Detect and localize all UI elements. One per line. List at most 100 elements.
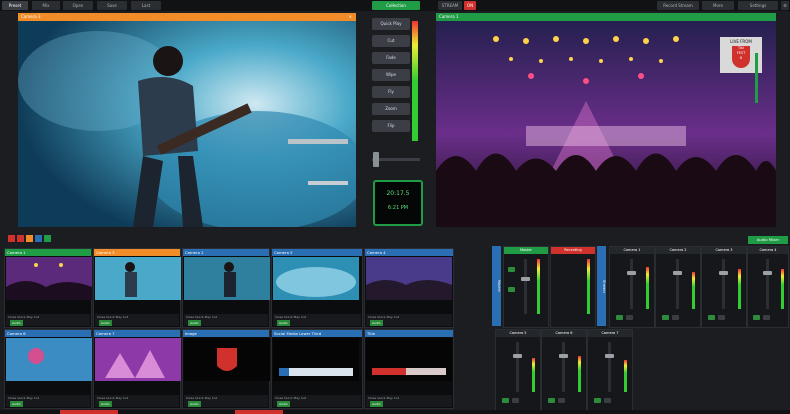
solo-button[interactable] [604,398,611,403]
program-header: Camera 1 [436,13,776,21]
quick-play-button[interactable]: Quick Play [372,18,410,30]
source-controls[interactable]: Close Quick Play Cut Audio [184,314,268,326]
more-button[interactable]: More [702,1,734,10]
source-controls[interactable]: Close Quick Play Cut Audio [366,395,452,407]
channel-fader-knob[interactable] [673,271,682,275]
solo-button[interactable] [672,315,679,320]
zoom-button[interactable]: Zoom [372,103,410,115]
channel-fader-track[interactable] [608,342,611,392]
channel-fader-track[interactable] [516,342,519,392]
toolbar-tab-mix[interactable]: Mix [32,1,60,10]
wipe-button[interactable]: Wipe [372,69,410,81]
source-ctrl-label: Close Quick Play Cut [97,396,128,400]
solo-button[interactable] [763,315,770,320]
channel-fader-knob[interactable] [559,354,568,358]
source-controls[interactable]: Close Quick Play Cut Audio [273,314,361,326]
gear-icon[interactable]: ⚙ [781,1,789,10]
mute-button[interactable] [502,398,509,403]
solo-button[interactable] [718,315,725,320]
audio-badge[interactable]: Audio [188,401,201,407]
source-cell-camera-6[interactable]: Camera 6 Close Quick Play Cut Audio [4,329,92,409]
settings-button[interactable]: Settings [738,1,778,10]
source-controls[interactable]: Close Quick Play Cut Audio [273,395,361,407]
toolbar-tab-save[interactable]: Save [97,1,127,10]
channel-meter [692,272,695,309]
stream-indicator[interactable] [235,410,283,414]
channel-fader-track[interactable] [766,259,769,309]
solo-button[interactable] [558,398,565,403]
source-cell-social-media-lower-third[interactable]: Social Media Lower Third Close Quick Pla… [271,329,363,409]
source-controls[interactable]: Close Quick Play Cut Audio [6,395,90,407]
mute-button[interactable] [594,398,601,403]
color-swatch-red[interactable] [8,235,15,242]
channel-fader-track[interactable] [676,259,679,309]
channel-fader-knob[interactable] [719,271,728,275]
audio-badge[interactable]: Audio [188,320,201,326]
recording-meter [587,259,590,314]
toolbar-tab-last[interactable]: Last [131,1,161,10]
solo-button[interactable] [508,287,515,292]
source-title: Title [365,330,453,337]
channel-fader-knob[interactable] [627,271,636,275]
source-ctrl-label: Close Quick Play Cut [275,396,306,400]
audio-badge[interactable]: Audio [277,320,290,326]
solo-button[interactable] [512,398,519,403]
source-controls[interactable]: Close Quick Play Cut Audio [95,395,179,407]
source-cell-camera-1[interactable]: Camera 1 Close Quick Play Cut Audio [4,248,92,328]
toolbar-tab-open[interactable]: Open [63,1,93,10]
master-fader-knob[interactable] [521,277,530,281]
source-controls[interactable]: Close Quick Play Cut Audio [366,314,452,326]
audio-badge[interactable]: Audio [99,320,112,326]
source-cell-camera-4[interactable]: Camera 4 Close Quick Play Cut Audio [364,248,454,328]
channel-fader-track[interactable] [630,259,633,309]
collection-tab[interactable]: Collection [372,1,420,10]
mute-button[interactable] [616,315,623,320]
source-controls[interactable]: Close Quick Play Cut Audio [95,314,179,326]
audio-badge[interactable]: Audio [10,401,23,407]
master-fader-track[interactable] [524,259,527,314]
t-bar-track[interactable] [372,158,420,161]
fade-button[interactable]: Fade [372,52,410,64]
mute-button[interactable] [548,398,555,403]
color-swatch-red-2[interactable] [17,235,24,242]
mute-button[interactable] [708,315,715,320]
audio-badge[interactable]: Audio [370,320,383,326]
color-swatch-orange[interactable] [26,235,33,242]
channel-fader-track[interactable] [562,342,565,392]
close-icon[interactable]: ✕ [349,13,352,21]
flip-button[interactable]: Flip [372,120,410,132]
mute-button[interactable] [753,315,760,320]
preview-video [18,21,356,227]
source-cell-title[interactable]: Title Close Quick Play Cut Audio [364,329,454,409]
source-cell-camera-7[interactable]: Camera 7 Close Quick Play Cut Audio [93,329,181,409]
mute-button[interactable] [662,315,669,320]
source-cell-camera-2[interactable]: Camera 2 Close Quick Play Cut Audio [182,248,270,328]
transition-meter [412,21,418,141]
source-cell-camera-3[interactable]: Camera 3 Close Quick Play Cut Audio [93,248,181,328]
record-indicator[interactable] [60,410,118,414]
t-bar-handle[interactable] [373,152,379,167]
toolbar-tab-preset[interactable]: Preset [2,1,28,10]
color-swatch-blue[interactable] [35,235,42,242]
audio-mixer-header[interactable]: Audio Mixer [748,236,788,244]
cut-button[interactable]: Cut [372,35,410,47]
stream-label[interactable]: STREAM [438,1,462,10]
source-thumbnail [366,257,452,300]
color-swatch-green[interactable] [44,235,51,242]
channel-fader-knob[interactable] [513,354,522,358]
audio-badge[interactable]: Audio [10,320,23,326]
source-cell-image[interactable]: Image Close Quick Play Cut Audio [182,329,270,409]
audio-badge[interactable]: Audio [370,401,383,407]
solo-button[interactable] [626,315,633,320]
channel-fader-knob[interactable] [763,271,772,275]
record-stream-button[interactable]: Record Stream [657,1,699,10]
source-cell-camera-5[interactable]: Camera 5 Close Quick Play Cut Audio [271,248,363,328]
audio-badge[interactable]: Audio [277,401,290,407]
source-controls[interactable]: Close Quick Play Cut Audio [6,314,90,326]
channel-fader-knob[interactable] [605,354,614,358]
mute-button[interactable] [508,267,515,272]
channel-fader-track[interactable] [722,259,725,309]
source-controls[interactable]: Close Quick Play Cut Audio [184,395,268,407]
audio-badge[interactable]: Audio [99,401,112,407]
fly-button[interactable]: Fly [372,86,410,98]
